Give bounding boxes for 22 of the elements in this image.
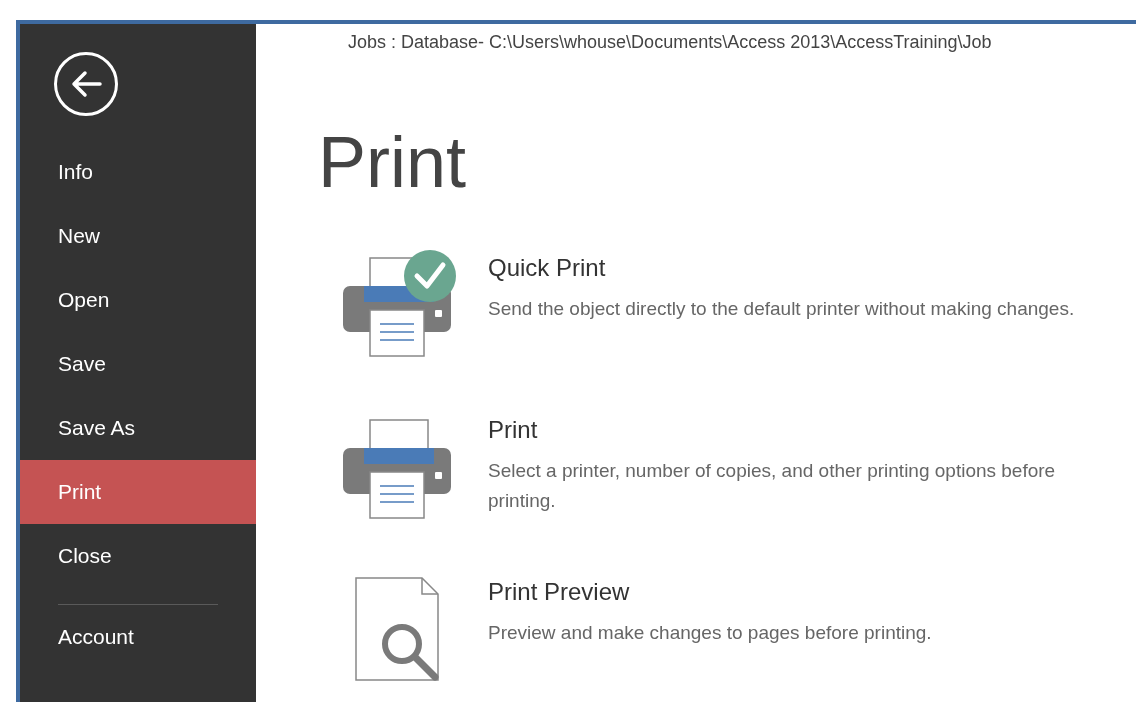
option-title: Print bbox=[488, 415, 539, 445]
sidebar-item[interactable]: Save bbox=[20, 332, 256, 396]
print-option[interactable]: Print Preview Preview and make changes to pages before printing. bbox=[318, 572, 1136, 684]
back-button[interactable] bbox=[54, 52, 118, 116]
printer-check-icon bbox=[340, 248, 458, 360]
sidebar-item[interactable]: Account bbox=[20, 605, 256, 669]
option-description: Send the object directly to the default printer without making changes. bbox=[488, 297, 1076, 321]
back-arrow-icon bbox=[70, 70, 102, 98]
option-description: Preview and make changes to pages before printing. bbox=[488, 621, 933, 645]
sidebar-item[interactable]: Close bbox=[20, 524, 256, 588]
print-option[interactable]: Print Select a printer, number of copies, and other printing options before printing. bbox=[318, 410, 1136, 522]
window-title: Jobs : Database- C:\Users\whouse\Documents\Access 2013\AccessTraining\Job bbox=[347, 31, 993, 54]
option-title: Print Preview bbox=[488, 577, 631, 607]
option-title: Quick Print bbox=[488, 253, 607, 283]
option-description: Select a printer, number of copies, and other printing options before printing. bbox=[488, 459, 1057, 513]
sidebar-item[interactable]: Open bbox=[20, 268, 256, 332]
page-heading: Print bbox=[318, 126, 468, 198]
sidebar-item[interactable]: Info bbox=[20, 140, 256, 204]
sidebar-item[interactable]: Print bbox=[20, 460, 256, 524]
print-option[interactable]: Quick Print Send the object directly to the default printer without making changes. bbox=[318, 248, 1136, 360]
sidebar-item[interactable]: Save As bbox=[20, 396, 256, 460]
sidebar-item[interactable]: New bbox=[20, 204, 256, 268]
